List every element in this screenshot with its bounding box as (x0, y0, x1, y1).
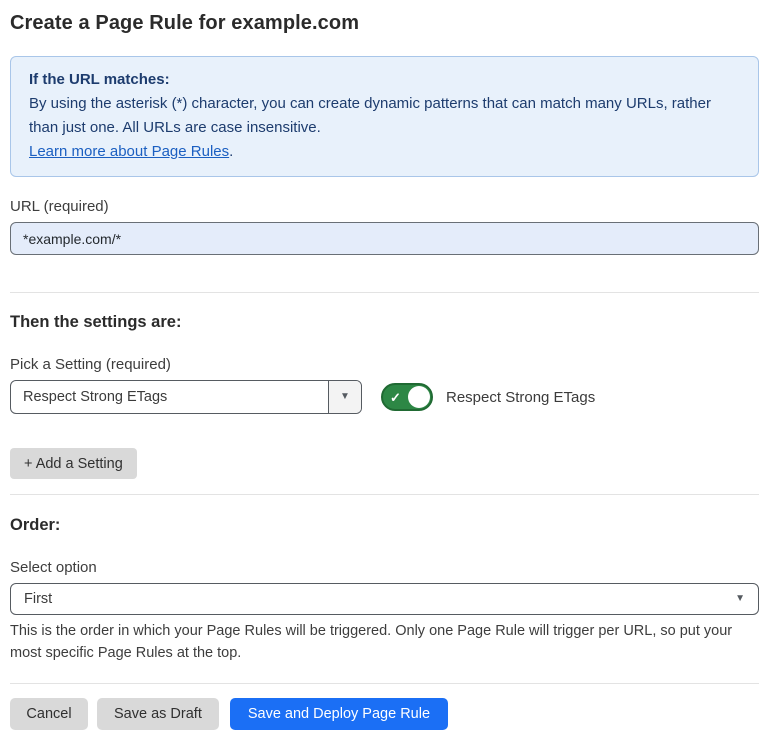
footer-actions: Cancel Save as Draft Save and Deploy Pag… (10, 698, 759, 730)
setting-dropdown[interactable]: Respect Strong ETags ▼ (10, 380, 362, 414)
order-select-label: Select option (10, 559, 759, 576)
cancel-button[interactable]: Cancel (10, 698, 88, 730)
create-page-rule-panel: Create a Page Rule for example.com If th… (0, 0, 769, 740)
url-input[interactable] (10, 222, 759, 255)
page-title: Create a Page Rule for example.com (10, 12, 759, 35)
chevron-down-icon: ▼ (735, 594, 745, 604)
pick-setting-label: Pick a Setting (required) (10, 356, 759, 373)
divider (10, 292, 759, 293)
url-field-label: URL (required) (10, 198, 759, 215)
settings-section-heading: Then the settings are: (10, 313, 759, 332)
info-box-heading: If the URL matches: (29, 68, 740, 92)
info-box-link-line: Learn more about Page Rules. (29, 140, 740, 164)
link-suffix: . (229, 143, 233, 160)
check-icon: ✓ (390, 391, 401, 404)
divider (10, 494, 759, 495)
info-box-body: By using the asterisk (*) character, you… (29, 92, 740, 140)
learn-more-link[interactable]: Learn more about Page Rules (29, 143, 229, 160)
add-setting-button[interactable]: + Add a Setting (10, 448, 137, 479)
setting-dropdown-value: Respect Strong ETags (11, 381, 328, 413)
divider (10, 683, 759, 684)
order-section-heading: Order: (10, 516, 759, 535)
order-select-value: First (24, 591, 735, 607)
setting-row: Respect Strong ETags ▼ ✓ Respect Strong … (10, 380, 759, 414)
setting-toggle-label: Respect Strong ETags (446, 389, 595, 406)
setting-toggle[interactable]: ✓ (381, 383, 433, 411)
order-select[interactable]: First ▼ (10, 583, 759, 615)
save-as-draft-button[interactable]: Save as Draft (97, 698, 219, 730)
toggle-knob (408, 386, 430, 408)
save-and-deploy-button[interactable]: Save and Deploy Page Rule (230, 698, 448, 730)
order-help-text: This is the order in which your Page Rul… (10, 620, 755, 664)
setting-dropdown-arrow-button[interactable]: ▼ (328, 381, 361, 413)
chevron-down-icon: ▼ (340, 392, 350, 402)
url-match-info-box: If the URL matches: By using the asteris… (10, 56, 759, 177)
